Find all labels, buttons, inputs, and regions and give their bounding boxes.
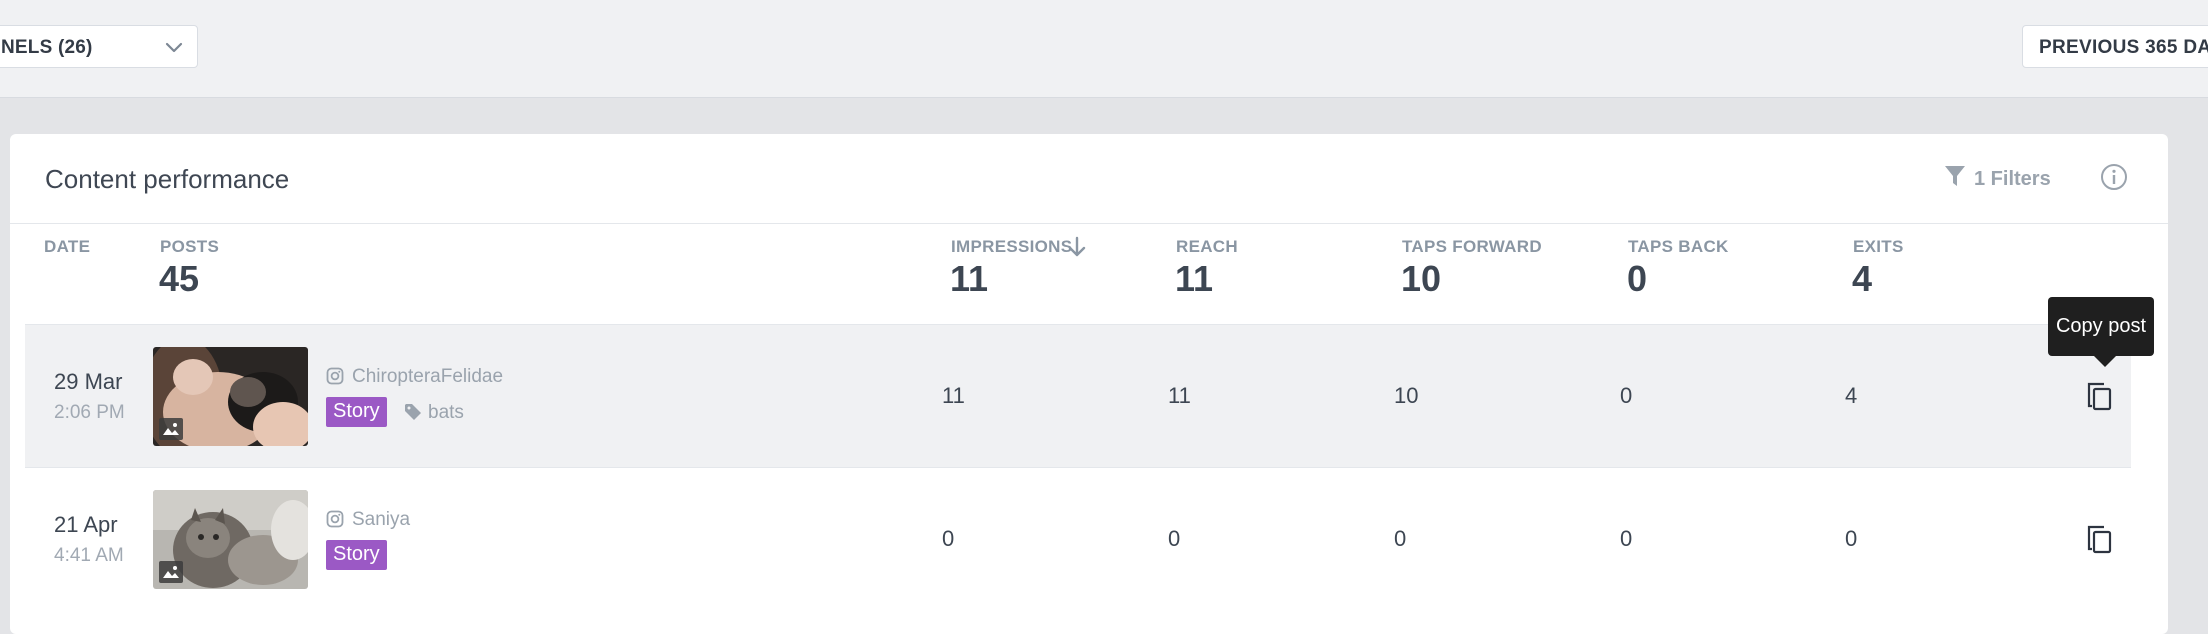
copy-icon[interactable] bbox=[2086, 524, 2114, 559]
impressions-total: 11 bbox=[950, 258, 989, 299]
impressions-value: 0 bbox=[942, 526, 955, 551]
top-toolbar: NELS (26) PREVIOUS 365 DA bbox=[0, 0, 2208, 98]
header-divider bbox=[10, 223, 2168, 224]
taps-forward-total: 10 bbox=[1401, 258, 1442, 299]
post-thumbnail[interactable] bbox=[153, 490, 308, 589]
column-header-exits[interactable]: EXITS bbox=[1853, 237, 1904, 257]
filter-icon bbox=[1944, 164, 1966, 194]
column-header-date[interactable]: DATE bbox=[44, 237, 90, 257]
instagram-icon bbox=[326, 367, 344, 390]
column-header-posts[interactable]: POSTS bbox=[160, 237, 219, 257]
date-range-label: PREVIOUS 365 DA bbox=[2039, 37, 2208, 58]
copy-post-tooltip: Copy post bbox=[2048, 297, 2154, 356]
posts-total: 45 bbox=[159, 258, 200, 299]
column-header-taps-forward[interactable]: TAPS FORWARD bbox=[1402, 237, 1542, 257]
taps-forward-value: 0 bbox=[1394, 526, 1407, 551]
info-icon[interactable] bbox=[2100, 163, 2128, 196]
column-header-taps-back[interactable]: TAPS BACK bbox=[1628, 237, 1729, 257]
taps-forward-value: 10 bbox=[1394, 383, 1419, 408]
card-title: Content performance bbox=[45, 164, 290, 194]
table-row[interactable] bbox=[25, 468, 2131, 610]
taps-back-value: 0 bbox=[1620, 383, 1633, 408]
exits-value: 4 bbox=[1845, 383, 1858, 408]
taps-back-total: 0 bbox=[1627, 258, 1648, 299]
column-header-reach[interactable]: REACH bbox=[1176, 237, 1238, 257]
reach-value: 0 bbox=[1168, 526, 1181, 551]
post-time: 4:41 AM bbox=[54, 545, 124, 566]
image-icon bbox=[159, 418, 183, 440]
image-icon bbox=[159, 561, 183, 583]
story-badge: Story bbox=[326, 397, 387, 427]
column-header-impressions[interactable]: IMPRESSIONS bbox=[951, 237, 1072, 257]
taps-back-value: 0 bbox=[1620, 526, 1633, 551]
channels-dropdown[interactable]: NELS (26) bbox=[0, 25, 198, 68]
exits-value: 0 bbox=[1845, 526, 1858, 551]
channels-dropdown-label: NELS (26) bbox=[1, 37, 93, 58]
exits-total: 4 bbox=[1852, 258, 1873, 299]
filters-button[interactable]: 1 Filters bbox=[1944, 164, 2051, 194]
tag-icon bbox=[403, 402, 423, 427]
story-badge: Story bbox=[326, 540, 387, 570]
account-name[interactable]: ChiropteraFelidae bbox=[352, 366, 503, 388]
chevron-down-icon bbox=[165, 40, 183, 59]
instagram-icon bbox=[326, 510, 344, 533]
post-thumbnail[interactable] bbox=[153, 347, 308, 446]
copy-icon[interactable] bbox=[2086, 381, 2114, 416]
post-date: 21 Apr bbox=[54, 512, 118, 537]
date-range-dropdown[interactable]: PREVIOUS 365 DA bbox=[2022, 25, 2208, 68]
filters-label: 1 Filters bbox=[1974, 167, 2051, 190]
reach-total: 11 bbox=[1175, 258, 1214, 299]
post-date: 29 Mar bbox=[54, 369, 123, 394]
reach-value: 11 bbox=[1168, 383, 1191, 408]
post-tag[interactable]: bats bbox=[428, 402, 464, 424]
account-name[interactable]: Saniya bbox=[352, 509, 410, 531]
arrow-down-icon[interactable] bbox=[1067, 236, 1087, 263]
tooltip-arrow bbox=[2094, 356, 2116, 367]
impressions-value: 11 bbox=[942, 383, 965, 408]
post-time: 2:06 PM bbox=[54, 402, 125, 423]
table-row[interactable] bbox=[25, 325, 2131, 467]
